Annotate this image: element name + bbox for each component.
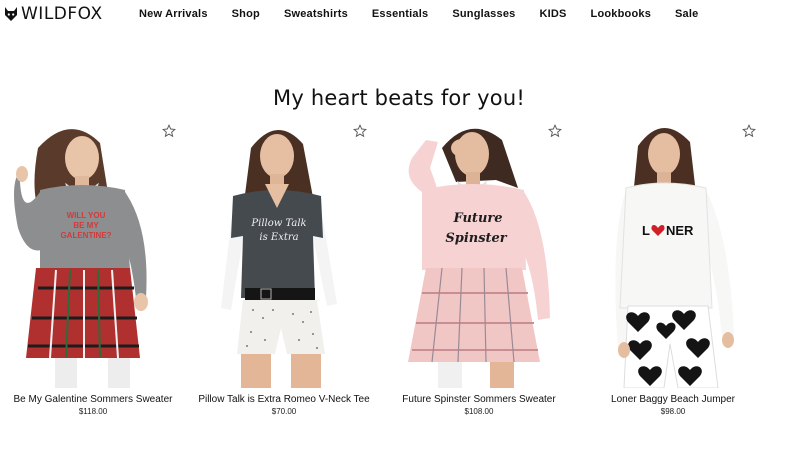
nav-lookbooks[interactable]: Lookbooks: [591, 8, 651, 20]
nav-shop[interactable]: Shop: [232, 8, 260, 20]
shirt-print-line-1: L: [642, 223, 650, 238]
product-card[interactable]: WILL YOU BE MY GALENTINE? Be My Galentin…: [0, 118, 186, 418]
product-image[interactable]: Future Spinster: [386, 118, 572, 388]
product-card[interactable]: L NER Loner Baggy Beach Jumper $98.00: [580, 118, 766, 418]
shirt-print-line-1: WILL YOU: [67, 211, 106, 220]
product-image[interactable]: L NER: [580, 118, 766, 388]
product-card[interactable]: Future Spinster Future Spinster Sommers …: [386, 118, 572, 418]
fox-logo-icon: [5, 7, 17, 21]
shirt-print-line-1: Pillow Talk: [250, 218, 306, 229]
product-price: $98.00: [660, 407, 686, 416]
nav-kids[interactable]: KIDS: [539, 8, 566, 20]
star-outline-icon[interactable]: [353, 124, 367, 138]
star-outline-icon[interactable]: [162, 124, 176, 138]
shirt-print-line-2: NER: [666, 223, 694, 238]
shirt-print-line-2: is Extra: [259, 232, 298, 243]
nav-essentials[interactable]: Essentials: [372, 8, 428, 20]
product-image[interactable]: WILL YOU BE MY GALENTINE?: [0, 118, 186, 388]
shirt-print-line-2: Spinster: [445, 231, 507, 246]
shirt-print-line-2: BE MY: [73, 221, 99, 230]
product-name[interactable]: Be My Galentine Sommers Sweater: [0, 394, 196, 405]
product-price: $70.00: [271, 407, 297, 416]
product-price: $108.00: [464, 407, 494, 416]
product-price: $118.00: [78, 407, 108, 416]
product-name[interactable]: Pillow Talk is Extra Romeo V-Neck Tee: [181, 394, 387, 405]
star-outline-icon[interactable]: [548, 124, 562, 138]
nav-sunglasses[interactable]: Sunglasses: [452, 8, 515, 20]
brand-logo[interactable]: WILDFOX: [4, 4, 103, 24]
product-image[interactable]: Pillow Talk is Extra: [191, 118, 377, 388]
nav-new-arrivals[interactable]: New Arrivals: [139, 8, 208, 20]
shirt-print-line-3: GALENTINE?: [60, 231, 111, 240]
site-header: WILDFOX New Arrivals Shop Sweatshirts Es…: [0, 0, 788, 30]
page-title: My heart beats for you!: [273, 86, 525, 111]
nav-sweatshirts[interactable]: Sweatshirts: [284, 8, 348, 20]
shirt-print-line-1: Future: [452, 211, 502, 226]
product-name[interactable]: Future Spinster Sommers Sweater: [376, 394, 582, 405]
brand-name: WILDFOX: [21, 4, 103, 24]
product-grid: WILL YOU BE MY GALENTINE? Be My Galentin…: [0, 118, 788, 418]
main-nav: New Arrivals Shop Sweatshirts Essentials…: [139, 8, 722, 20]
product-card[interactable]: Pillow Talk is Extra Pillow Talk is Extr…: [191, 118, 377, 418]
product-name[interactable]: Loner Baggy Beach Jumper: [570, 394, 776, 405]
star-outline-icon[interactable]: [742, 124, 756, 138]
nav-sale[interactable]: Sale: [675, 8, 698, 20]
